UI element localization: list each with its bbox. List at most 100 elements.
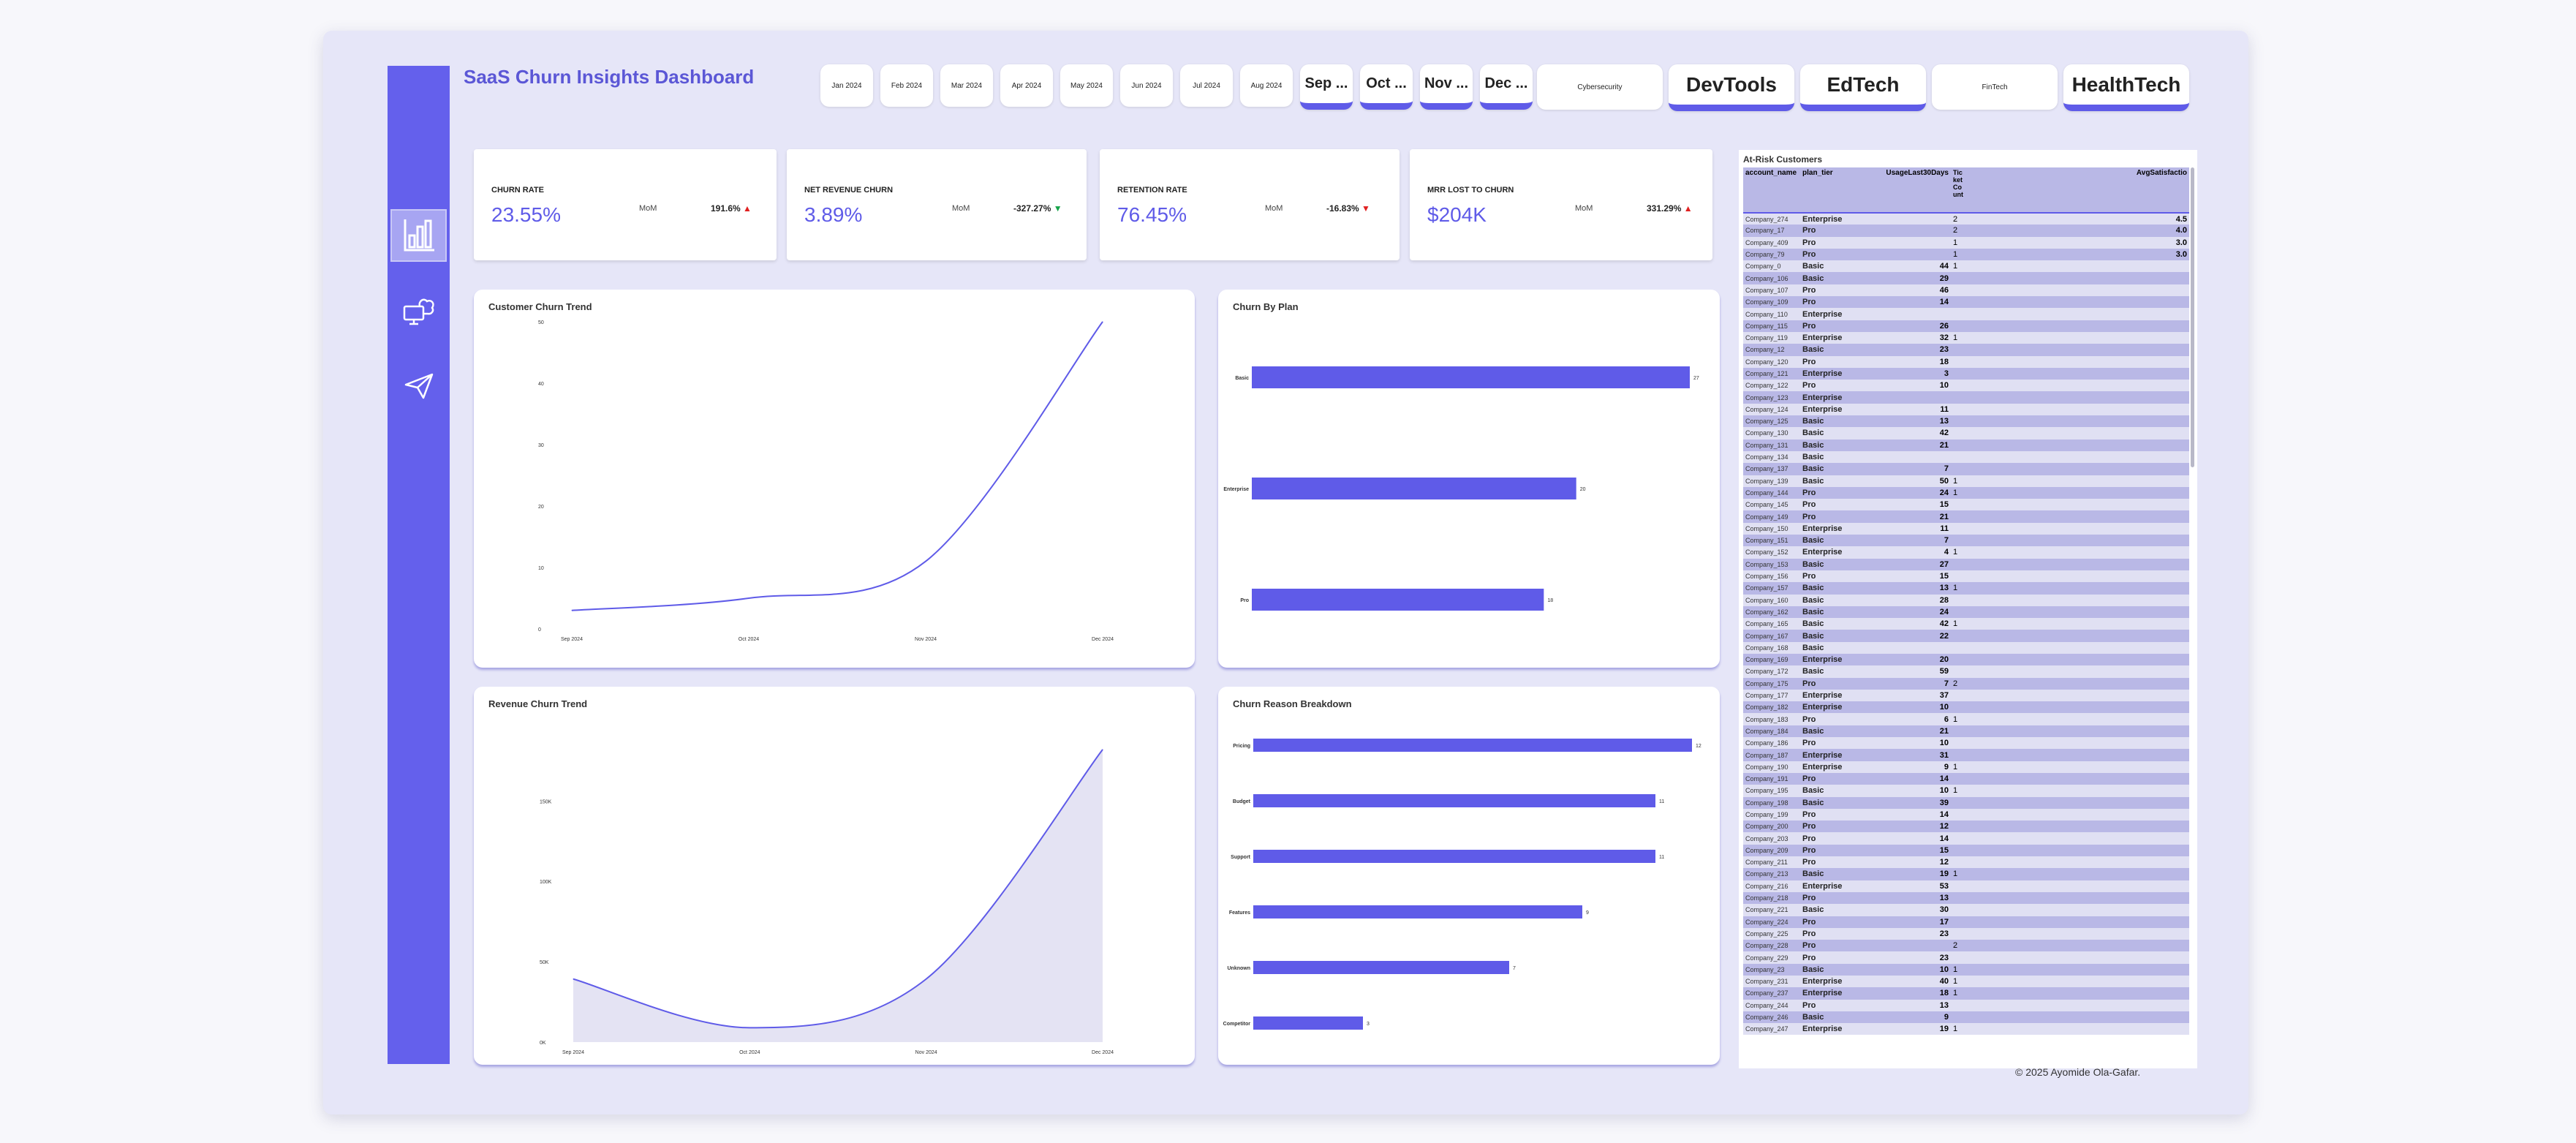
table-row[interactable]: Company_228 Pro 2 [1743, 940, 2189, 952]
table-row[interactable]: Company_162 Basic 24 [1743, 606, 2189, 619]
table-row[interactable]: Company_153 Basic 27 [1743, 558, 2189, 570]
month-chip[interactable]: Feb 2024 [880, 64, 933, 107]
table-row[interactable]: Company_107 Pro 46 [1743, 284, 2189, 297]
table-row[interactable]: Company_225 Pro 23 [1743, 927, 2189, 940]
month-chip[interactable]: Jan 2024 [820, 64, 873, 107]
table-row[interactable]: Company_115 Pro 26 [1743, 320, 2189, 332]
month-chip[interactable]: Jun 2024 [1120, 64, 1173, 107]
table-row[interactable]: Company_110 Enterprise [1743, 308, 2189, 320]
table-row[interactable]: Company_168 Basic [1743, 641, 2189, 654]
month-chip-selected[interactable]: Oct ... [1360, 64, 1413, 110]
table-row[interactable]: Company_151 Basic 7 [1743, 535, 2189, 547]
table-row[interactable]: Company_123 Enterprise [1743, 391, 2189, 404]
table-row[interactable]: Company_150 Enterprise 11 [1743, 522, 2189, 535]
table-row[interactable]: Company_160 Basic 28 [1743, 594, 2189, 606]
table-row[interactable]: Company_165 Basic 42 1 [1743, 618, 2189, 630]
month-chip-selected[interactable]: Nov ... [1420, 64, 1473, 110]
table-row[interactable]: Company_124 Enterprise 11 [1743, 403, 2189, 416]
industry-chip[interactable]: Cybersecurity [1537, 64, 1663, 110]
month-chip[interactable]: Apr 2024 [1000, 64, 1053, 107]
column-header[interactable]: account_name [1743, 167, 1800, 214]
table-row[interactable]: Company_177 Enterprise 37 [1743, 689, 2189, 702]
table-row[interactable]: Company_224 Pro 17 [1743, 916, 2189, 928]
table-row[interactable]: Company_186 Pro 10 [1743, 737, 2189, 750]
column-header[interactable]: AvgSatisfactio [1968, 167, 2189, 214]
table-row[interactable]: Company_23 Basic 10 1 [1743, 963, 2189, 976]
industry-chip[interactable]: FinTech [1932, 64, 2058, 110]
table-row[interactable]: Company_130 Basic 42 [1743, 427, 2189, 440]
table-row[interactable]: Company_144 Pro 24 1 [1743, 486, 2189, 499]
table-row[interactable]: Company_200 Pro 12 [1743, 821, 2189, 833]
column-header[interactable]: plan_tier [1800, 167, 1857, 214]
table-row[interactable]: Company_79 Pro 1 3.0 [1743, 248, 2189, 261]
table-row[interactable]: Company_409 Pro 1 3.0 [1743, 236, 2189, 249]
table-row[interactable]: Company_156 Pro 15 [1743, 570, 2189, 583]
month-chip[interactable]: Jul 2024 [1180, 64, 1233, 107]
table-row[interactable]: Company_122 Pro 10 [1743, 380, 2189, 392]
table-row[interactable]: Company_0 Basic 44 1 [1743, 260, 2189, 273]
table-cell: Pro [1800, 486, 1857, 499]
table-row[interactable]: Company_17 Pro 2 4.0 [1743, 225, 2189, 237]
table-row[interactable]: Company_152 Enterprise 4 1 [1743, 546, 2189, 559]
industry-chip-selected[interactable]: EdTech [1800, 64, 1926, 111]
table-row[interactable]: Company_211 Pro 12 [1743, 856, 2189, 869]
table-row[interactable]: Company_106 Basic 29 [1743, 272, 2189, 284]
table-row[interactable]: Company_175 Pro 7 2 [1743, 677, 2189, 690]
table-row[interactable]: Company_198 Basic 39 [1743, 796, 2189, 809]
table-cell: Company_167 [1743, 630, 1800, 642]
table-row[interactable]: Company_247 Enterprise 19 1 [1743, 1023, 2189, 1036]
table-row[interactable]: Company_167 Basic 22 [1743, 630, 2189, 642]
table-cell: Enterprise [1800, 1023, 1857, 1036]
table-row[interactable]: Company_183 Pro 6 1 [1743, 713, 2189, 725]
table-scrollbar[interactable] [2191, 167, 2194, 467]
table-row[interactable]: Company_172 Basic 59 [1743, 665, 2189, 678]
table-row[interactable]: Company_237 Enterprise 18 1 [1743, 987, 2189, 1000]
table-row[interactable]: Company_190 Enterprise 9 1 [1743, 761, 2189, 773]
table-row[interactable]: Company_125 Basic 13 [1743, 415, 2189, 428]
table-row[interactable]: Company_121 Enterprise 3 [1743, 367, 2189, 380]
month-chip[interactable]: May 2024 [1060, 64, 1113, 107]
table-row[interactable]: Company_218 Pro 13 [1743, 891, 2189, 905]
industry-chip-selected[interactable]: DevTools [1669, 64, 1794, 111]
table-row[interactable]: Company_157 Basic 13 1 [1743, 582, 2189, 595]
table-row[interactable]: Company_199 Pro 14 [1743, 808, 2189, 821]
table-row[interactable]: Company_120 Pro 18 [1743, 355, 2189, 368]
table-row[interactable]: Company_12 Basic 23 [1743, 344, 2189, 356]
month-chip[interactable]: Aug 2024 [1240, 64, 1293, 107]
table-row[interactable]: Company_137 Basic 7 [1743, 463, 2189, 475]
table-row[interactable]: Company_109 Pro 14 [1743, 296, 2189, 309]
table-row[interactable]: Company_195 Basic 10 1 [1743, 785, 2189, 797]
table-row[interactable]: Company_229 Pro 23 [1743, 951, 2189, 964]
table-row[interactable]: Company_131 Basic 21 [1743, 439, 2189, 451]
table-row[interactable]: Company_145 Pro 15 [1743, 499, 2189, 511]
table-row[interactable]: Company_246 Basic 9 [1743, 1011, 2189, 1024]
kpi-card-churn-rate: CHURN RATE 23.55% MoM 191.6% ▲ [474, 149, 777, 260]
month-chip-selected[interactable]: Sep ... [1300, 64, 1353, 110]
table-row[interactable]: Company_182 Enterprise 10 [1743, 701, 2189, 714]
analytics-icon[interactable] [390, 209, 447, 262]
table-row[interactable]: Company_231 Enterprise 40 1 [1743, 976, 2189, 988]
column-header[interactable]: UsageLast30Days [1857, 167, 1951, 214]
table-row[interactable]: Company_244 Pro 13 [1743, 999, 2189, 1011]
cloud-computer-icon[interactable] [390, 285, 447, 338]
table-row[interactable]: Company_119 Enterprise 32 1 [1743, 331, 2189, 344]
column-header[interactable]: Tic ket Co unt [1951, 167, 1968, 214]
industry-chip-selected[interactable]: HealthTech [2063, 64, 2189, 111]
month-chip-selected[interactable]: Dec ... [1480, 64, 1533, 110]
table-row[interactable]: Company_216 Enterprise 53 [1743, 880, 2189, 892]
table-row[interactable]: Company_139 Basic 50 1 [1743, 475, 2189, 487]
month-chip[interactable]: Mar 2024 [940, 64, 993, 107]
table-row[interactable]: Company_169 Enterprise 20 [1743, 653, 2189, 666]
table-row[interactable]: Company_221 Basic 30 [1743, 904, 2189, 916]
table-row[interactable]: Company_274 Enterprise 2 4.5 [1743, 213, 2189, 225]
table-row[interactable]: Company_209 Pro 15 [1743, 844, 2189, 857]
table-row[interactable]: Company_134 Basic [1743, 450, 2189, 464]
table-row[interactable]: Company_187 Enterprise 31 [1743, 749, 2189, 761]
table-row[interactable]: Company_203 Pro 14 [1743, 832, 2189, 845]
table-row[interactable]: Company_184 Basic 21 [1743, 725, 2189, 738]
send-icon[interactable] [390, 360, 447, 412]
table-row[interactable]: Company_149 Pro 21 [1743, 510, 2189, 523]
table-cell: Basic [1800, 630, 1857, 642]
table-row[interactable]: Company_191 Pro 14 [1743, 772, 2189, 785]
table-row[interactable]: Company_213 Basic 19 1 [1743, 868, 2189, 880]
